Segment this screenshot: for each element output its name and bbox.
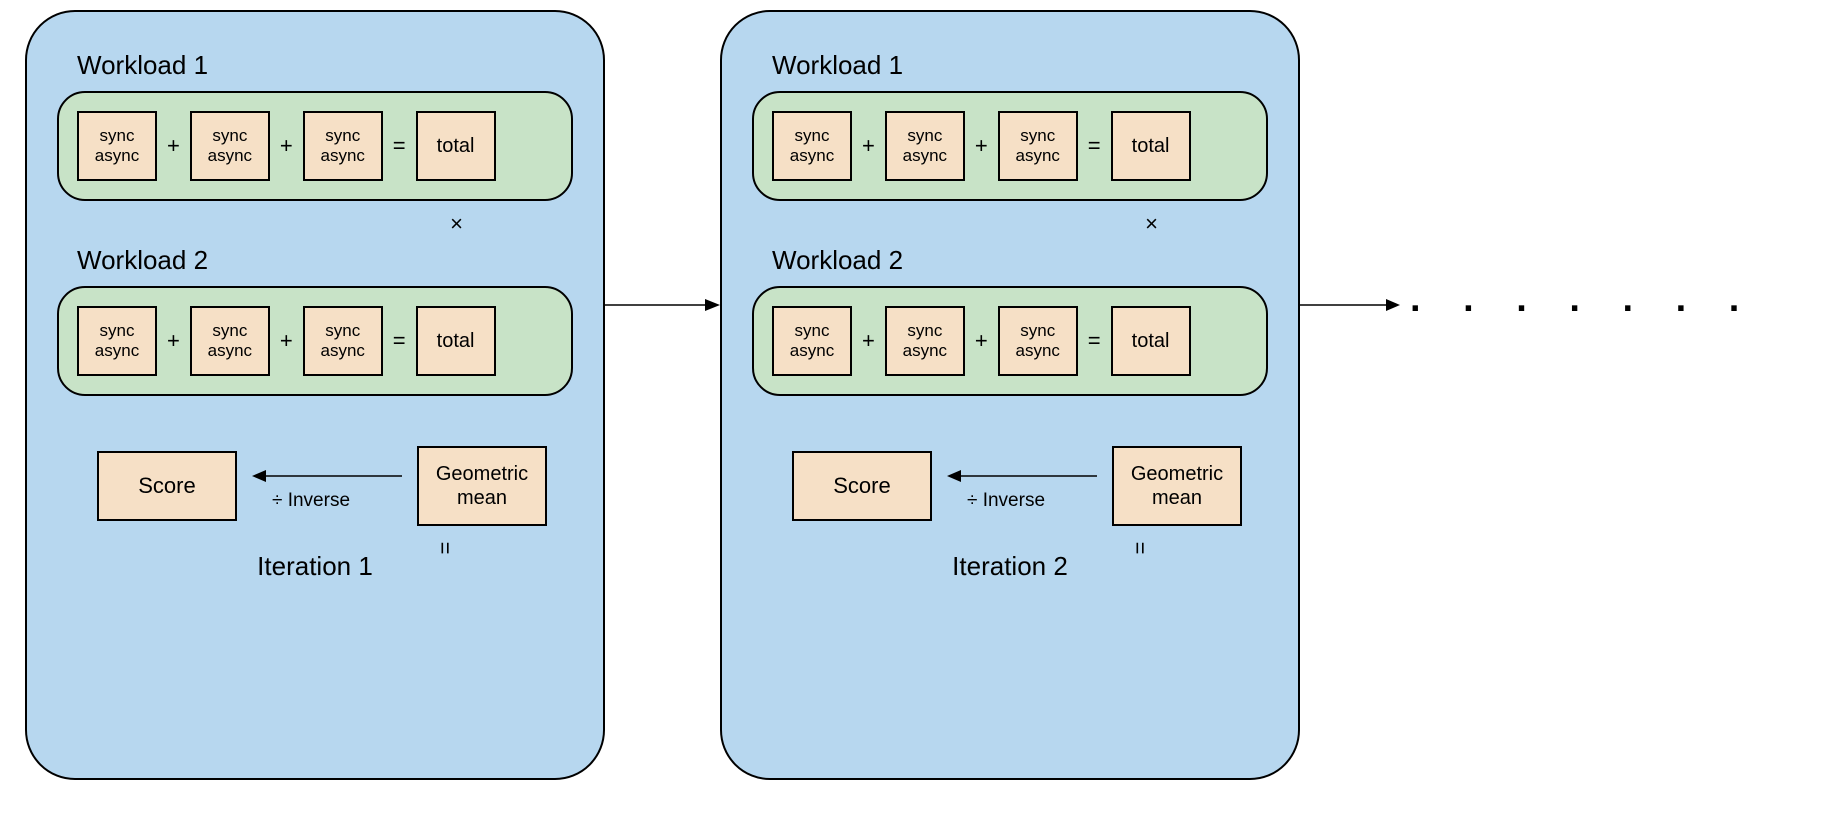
- sync-text: sync: [100, 321, 135, 341]
- plus-op: +: [973, 328, 990, 354]
- async-text: async: [903, 341, 947, 361]
- sync-text: sync: [325, 126, 360, 146]
- workload-1-row: sync async + sync async + sync async = t…: [752, 91, 1268, 201]
- total-box: total: [1111, 111, 1191, 181]
- sync-text: sync: [1020, 321, 1055, 341]
- iteration-1-title: Iteration 1: [57, 551, 573, 582]
- async-text: async: [321, 341, 365, 361]
- sync-async-box: sync async: [303, 111, 383, 181]
- next-arrow-2: [1300, 295, 1400, 320]
- inverse-arrow: ÷ Inverse: [252, 466, 402, 506]
- score-box: Score: [792, 451, 932, 521]
- equals-vertical: =: [431, 542, 457, 555]
- iteration-2-panel: Workload 1 sync async + sync async + syn…: [720, 10, 1300, 780]
- sync-async-box: sync async: [190, 111, 270, 181]
- plus-op: +: [860, 328, 877, 354]
- workload-2-label: Workload 2: [77, 245, 573, 276]
- async-text: async: [790, 341, 834, 361]
- inverse-label: ÷ Inverse: [967, 490, 1045, 512]
- plus-op: +: [165, 133, 182, 159]
- sync-text: sync: [907, 321, 942, 341]
- total-box: total: [416, 306, 496, 376]
- workload-2-row: sync async + sync async + sync async = t…: [57, 286, 573, 396]
- sync-async-box: sync async: [772, 111, 852, 181]
- plus-op: +: [860, 133, 877, 159]
- plus-op: +: [278, 328, 295, 354]
- equals-op: =: [391, 328, 408, 354]
- sync-async-box: sync async: [190, 306, 270, 376]
- inverse-arrow: ÷ Inverse: [947, 466, 1097, 506]
- workload-1-row: sync async + sync async + sync async = t…: [57, 91, 573, 201]
- sync-text: sync: [1020, 126, 1055, 146]
- next-arrow-1: [605, 295, 720, 320]
- gmean-l2: mean: [1152, 486, 1202, 510]
- sync-async-box: sync async: [303, 306, 383, 376]
- sync-async-box: sync async: [77, 306, 157, 376]
- workload-1-label: Workload 1: [77, 50, 573, 81]
- async-text: async: [903, 146, 947, 166]
- inverse-label: ÷ Inverse: [272, 490, 350, 512]
- sync-async-box: sync async: [772, 306, 852, 376]
- equals-op: =: [1086, 328, 1103, 354]
- sync-text: sync: [212, 126, 247, 146]
- async-text: async: [208, 146, 252, 166]
- iteration-1-panel: Workload 1 sync async + sync async + syn…: [25, 10, 605, 780]
- sync-async-box: sync async: [885, 306, 965, 376]
- multiply-op: ×: [57, 211, 573, 237]
- score-box: Score: [97, 451, 237, 521]
- total-box: total: [1111, 306, 1191, 376]
- gmean-l2: mean: [457, 486, 507, 510]
- equals-op: =: [391, 133, 408, 159]
- async-text: async: [790, 146, 834, 166]
- gmean-l1: Geometric: [1131, 462, 1223, 486]
- sync-async-box: sync async: [77, 111, 157, 181]
- plus-op: +: [278, 133, 295, 159]
- plus-op: +: [973, 133, 990, 159]
- equals-op: =: [1086, 133, 1103, 159]
- workload-2-row: sync async + sync async + sync async = t…: [752, 286, 1268, 396]
- continuation-dots: . . . . . . .: [1410, 278, 1755, 321]
- sync-async-box: sync async: [885, 111, 965, 181]
- gmean-l1: Geometric: [436, 462, 528, 486]
- sync-text: sync: [212, 321, 247, 341]
- geometric-mean-box: Geometric mean: [417, 446, 547, 526]
- async-text: async: [95, 341, 139, 361]
- sync-async-box: sync async: [998, 306, 1078, 376]
- async-text: async: [1016, 341, 1060, 361]
- plus-op: +: [165, 328, 182, 354]
- sync-text: sync: [795, 321, 830, 341]
- iteration-2-title: Iteration 2: [752, 551, 1268, 582]
- async-text: async: [321, 146, 365, 166]
- equals-vertical: =: [1126, 542, 1152, 555]
- score-row: Score ÷ Inverse Geometric mean: [792, 446, 1268, 526]
- sync-text: sync: [325, 321, 360, 341]
- sync-text: sync: [907, 126, 942, 146]
- async-text: async: [208, 341, 252, 361]
- sync-text: sync: [795, 126, 830, 146]
- async-text: async: [1016, 146, 1060, 166]
- total-box: total: [416, 111, 496, 181]
- async-text: async: [95, 146, 139, 166]
- score-row: Score ÷ Inverse Geometric mean: [97, 446, 573, 526]
- sync-text: sync: [100, 126, 135, 146]
- workload-1-label: Workload 1: [772, 50, 1268, 81]
- workload-2-label: Workload 2: [772, 245, 1268, 276]
- multiply-op: ×: [752, 211, 1268, 237]
- geometric-mean-box: Geometric mean: [1112, 446, 1242, 526]
- sync-async-box: sync async: [998, 111, 1078, 181]
